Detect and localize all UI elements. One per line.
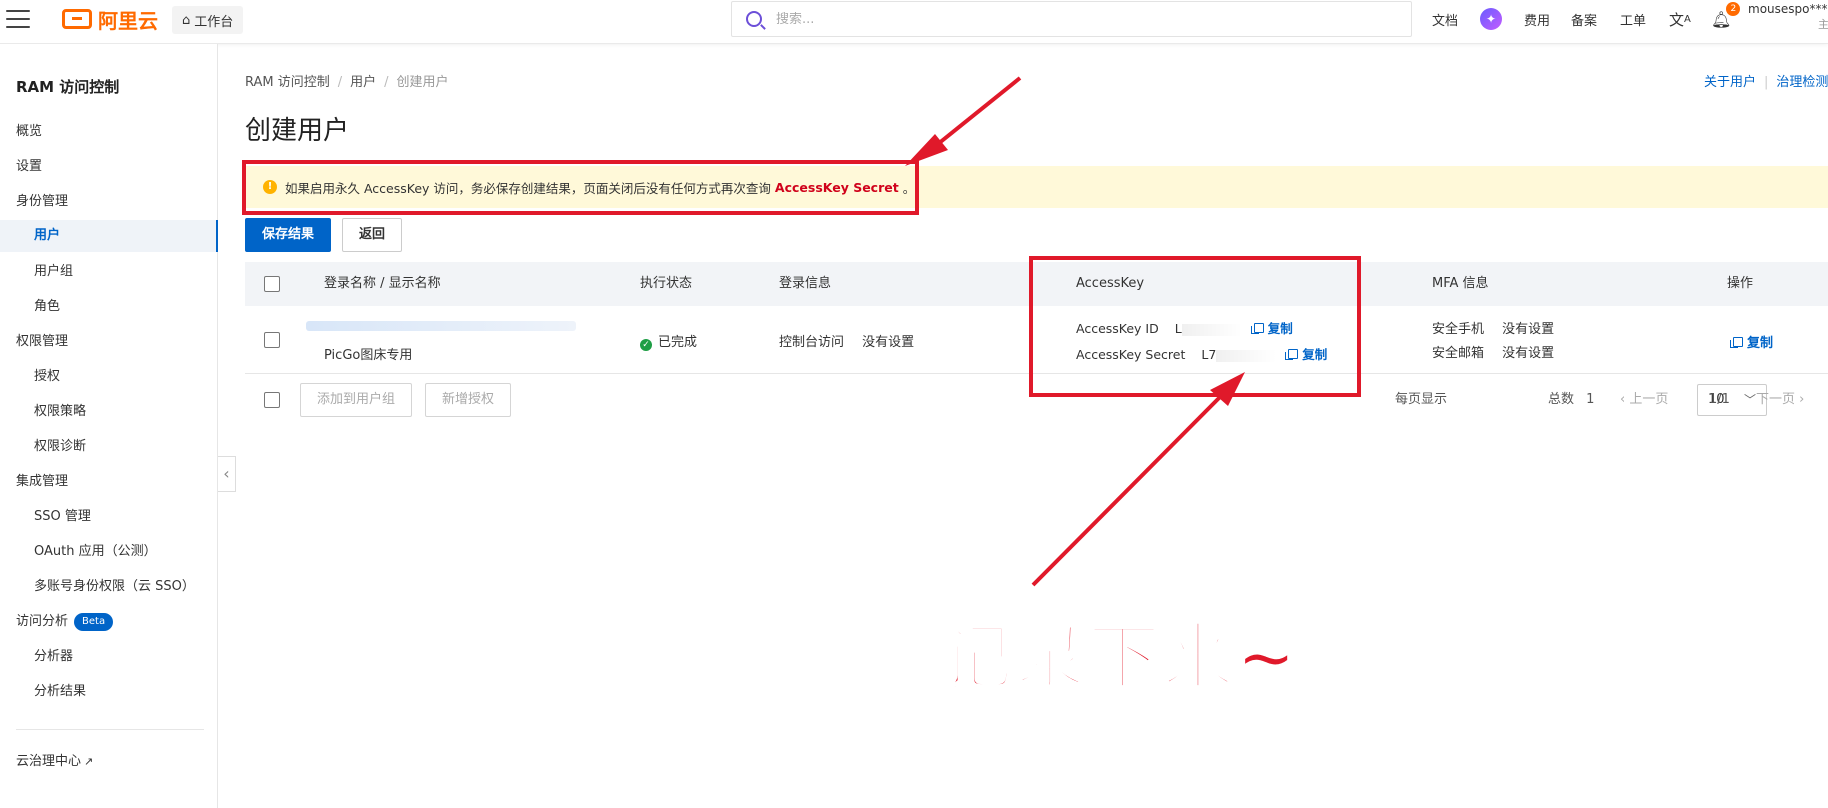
arrow-to-accesskey: [1031, 393, 1224, 587]
annotation-note: 记录下来~: [938, 614, 1299, 701]
arrow-to-alert: [926, 76, 1022, 154]
annotation-arrows: [905, 76, 1245, 587]
